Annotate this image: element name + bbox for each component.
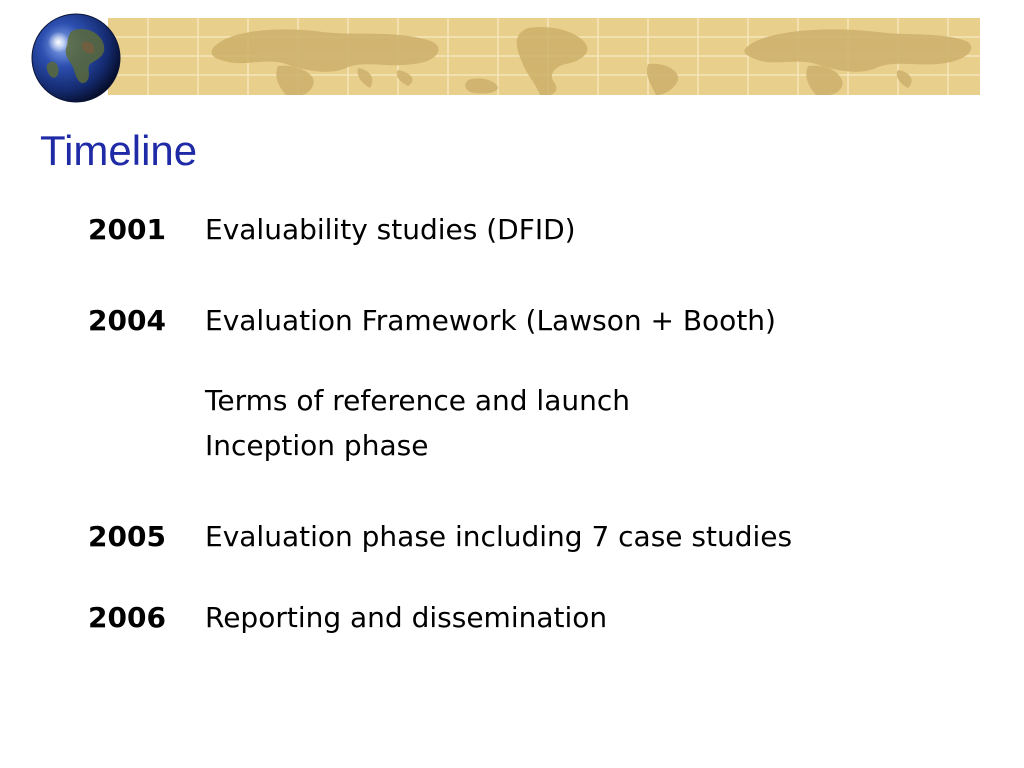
timeline-item-evaluation-phase: Evaluation phase including 7 case studie… xyxy=(205,520,793,553)
timeline-year-2001: 2001 xyxy=(88,213,166,246)
timeline-year-2005: 2005 xyxy=(88,520,166,553)
timeline-item-evaluation-framework: Evaluation Framework (Lawson + Booth) xyxy=(205,304,776,337)
slide: Timeline 2001 Evaluability studies (DFID… xyxy=(0,0,1024,768)
timeline-item-terms-of-reference: Terms of reference and launch xyxy=(205,384,630,417)
world-map-icon xyxy=(108,18,980,95)
timeline-item-evaluability-studies: Evaluability studies (DFID) xyxy=(205,213,576,246)
globe-icon xyxy=(30,12,122,104)
timeline-year-2004: 2004 xyxy=(88,304,166,337)
timeline-item-inception-phase: Inception phase xyxy=(205,429,429,462)
page-title: Timeline xyxy=(40,127,198,174)
timeline-year-2006: 2006 xyxy=(88,601,166,634)
timeline-item-reporting: Reporting and dissemination xyxy=(205,601,608,634)
